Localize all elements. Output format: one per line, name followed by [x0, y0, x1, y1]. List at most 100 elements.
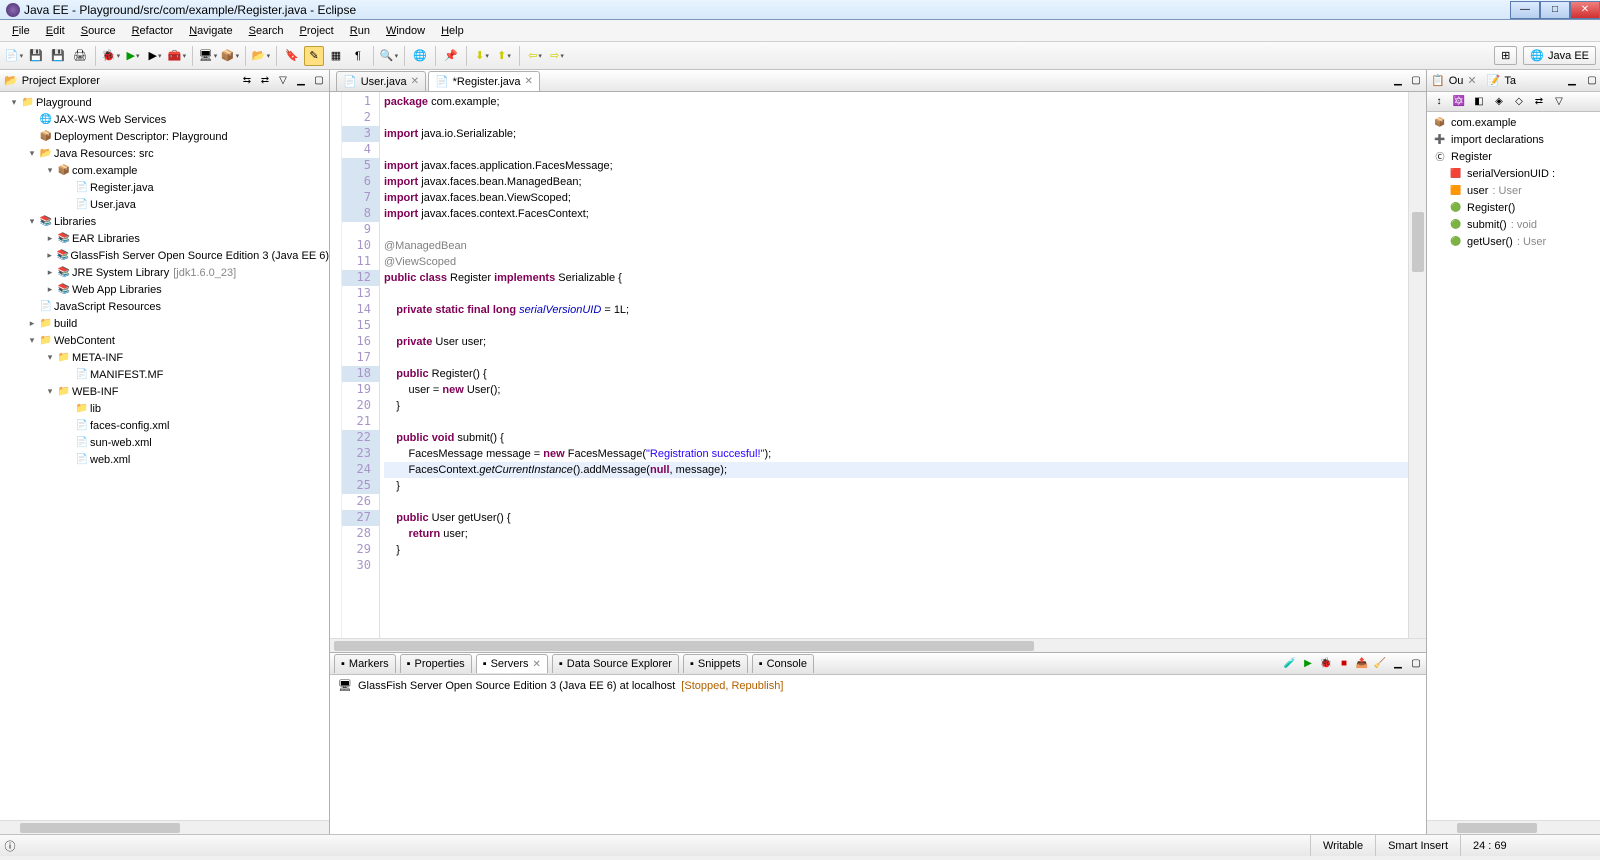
- menu-navigate[interactable]: Navigate: [181, 22, 240, 40]
- vertical-scrollbar[interactable]: [1408, 92, 1426, 638]
- search-button[interactable]: 🔍▾: [379, 46, 399, 66]
- code-line[interactable]: @ManagedBean: [384, 238, 1408, 254]
- outline-node[interactable]: 🟢submit() : void: [1427, 216, 1600, 233]
- code-editor[interactable]: 1234567891011121314151617181920212223242…: [330, 92, 1426, 638]
- code-line[interactable]: FacesContext.getCurrentInstance().addMes…: [384, 462, 1408, 478]
- line-number[interactable]: 21: [342, 414, 379, 430]
- code-line[interactable]: [384, 110, 1408, 126]
- outline-node[interactable]: ➕import declarations: [1427, 131, 1600, 148]
- menu-edit[interactable]: Edit: [38, 22, 73, 40]
- bottom-tab-properties[interactable]: ▪Properties: [400, 654, 472, 673]
- outline-filter-nonpublic-button[interactable]: ◈: [1491, 94, 1507, 110]
- line-number[interactable]: 29: [342, 542, 379, 558]
- servers-view-body[interactable]: 🖥 GlassFish Server Open Source Edition 3…: [330, 675, 1426, 834]
- perspective-javaee[interactable]: 🌐 Java EE: [1523, 46, 1596, 65]
- tree-node[interactable]: ▸📚JRE System Library[jdk1.6.0_23]: [0, 264, 329, 281]
- outline-filter-fields-button[interactable]: 🔯: [1451, 94, 1467, 110]
- bottom-tab-console[interactable]: ▪Console: [752, 654, 814, 673]
- expander-icon[interactable]: ▾: [44, 386, 56, 397]
- line-number[interactable]: 26: [342, 494, 379, 510]
- line-number[interactable]: 5: [342, 158, 379, 174]
- tree-node[interactable]: ▾📚Libraries: [0, 213, 329, 230]
- line-number[interactable]: 4: [342, 142, 379, 158]
- line-number[interactable]: 30: [342, 558, 379, 574]
- close-tab-icon[interactable]: ✕: [525, 76, 533, 87]
- expander-icon[interactable]: ▸: [44, 250, 55, 261]
- code-line[interactable]: [384, 350, 1408, 366]
- menu-project[interactable]: Project: [292, 22, 342, 40]
- code-line[interactable]: import javax.faces.bean.ManagedBean;: [384, 174, 1408, 190]
- tree-node[interactable]: 📁lib: [0, 400, 329, 417]
- line-number[interactable]: 13: [342, 286, 379, 302]
- line-number[interactable]: 19: [342, 382, 379, 398]
- maximize-button[interactable]: □: [1540, 1, 1570, 19]
- servers-debug-button[interactable]: 🐞: [1318, 655, 1334, 671]
- pin-button[interactable]: 📌: [441, 46, 461, 66]
- line-number[interactable]: 27: [342, 510, 379, 526]
- tree-node[interactable]: ▸📁build: [0, 315, 329, 332]
- tree-node[interactable]: 📄JavaScript Resources: [0, 298, 329, 315]
- bottom-min-button[interactable]: ▁: [1390, 655, 1406, 671]
- code-line[interactable]: import javax.faces.bean.ViewScoped;: [384, 190, 1408, 206]
- line-number[interactable]: 25: [342, 478, 379, 494]
- line-number[interactable]: 15: [342, 318, 379, 334]
- tree-node[interactable]: 🌐JAX-WS Web Services: [0, 111, 329, 128]
- outline-node[interactable]: 🟥serialVersionUID :: [1427, 165, 1600, 182]
- horizontal-scrollbar[interactable]: [0, 820, 329, 834]
- outline-tab-close[interactable]: ✕: [1467, 74, 1476, 87]
- expander-icon[interactable]: ▾: [26, 216, 38, 227]
- collapse-all-button[interactable]: ⇆: [239, 73, 255, 89]
- run-last-button[interactable]: ▶▾: [145, 46, 165, 66]
- servers-publish-button[interactable]: 📤: [1354, 655, 1370, 671]
- expander-icon[interactable]: ▸: [26, 318, 38, 329]
- code-line[interactable]: import java.io.Serializable;: [384, 126, 1408, 142]
- link-editor-button[interactable]: ⇄: [257, 73, 273, 89]
- print-button[interactable]: 🖨: [70, 46, 90, 66]
- bottom-tab-servers[interactable]: ▪Servers✕: [476, 654, 548, 673]
- editor-tab[interactable]: 📄User.java✕: [336, 71, 426, 91]
- bottom-tab-snippets[interactable]: ▪Snippets: [683, 654, 748, 673]
- bottom-tab-markers[interactable]: ▪Markers: [334, 654, 396, 673]
- line-number[interactable]: 7: [342, 190, 379, 206]
- line-number[interactable]: 17: [342, 350, 379, 366]
- editor-tab[interactable]: 📄*Register.java✕: [428, 71, 540, 91]
- code-line[interactable]: }: [384, 478, 1408, 494]
- tree-node[interactable]: ▸📚GlassFish Server Open Source Edition 3…: [0, 247, 329, 264]
- debug-button[interactable]: 🐞▾: [101, 46, 121, 66]
- code-line[interactable]: public class Register implements Seriali…: [384, 270, 1408, 286]
- code-line[interactable]: [384, 142, 1408, 158]
- code-line[interactable]: [384, 558, 1408, 574]
- line-number[interactable]: 28: [342, 526, 379, 542]
- code-line[interactable]: public Register() {: [384, 366, 1408, 382]
- forward-button[interactable]: ⇨▾: [547, 46, 567, 66]
- next-annotation-button[interactable]: ⬇▾: [472, 46, 492, 66]
- tree-node[interactable]: ▸📚EAR Libraries: [0, 230, 329, 247]
- outline-node[interactable]: 📦com.example: [1427, 114, 1600, 131]
- external-tools-button[interactable]: 🧰▾: [167, 46, 187, 66]
- code-line[interactable]: [384, 494, 1408, 510]
- code-line[interactable]: [384, 414, 1408, 430]
- code-line[interactable]: private User user;: [384, 334, 1408, 350]
- code-line[interactable]: [384, 286, 1408, 302]
- code-line[interactable]: package com.example;: [384, 94, 1408, 110]
- outline-menu-button[interactable]: ▽: [1551, 94, 1567, 110]
- line-number[interactable]: 3: [342, 126, 379, 142]
- menu-run[interactable]: Run: [342, 22, 378, 40]
- expander-icon[interactable]: ▾: [44, 352, 56, 363]
- outline-tab-label[interactable]: Ou: [1449, 75, 1464, 87]
- menu-help[interactable]: Help: [433, 22, 472, 40]
- line-number[interactable]: 6: [342, 174, 379, 190]
- open-perspective-button[interactable]: ⊞: [1494, 46, 1517, 65]
- tree-node[interactable]: 📄User.java: [0, 196, 329, 213]
- tree-node[interactable]: ▾📦com.example: [0, 162, 329, 179]
- bottom-tab-data-source-explorer[interactable]: ▪Data Source Explorer: [552, 654, 679, 673]
- expander-icon[interactable]: ▾: [26, 335, 38, 346]
- annotation-ruler[interactable]: [330, 92, 342, 638]
- new-server-button[interactable]: 🖥▾: [198, 46, 218, 66]
- code-line[interactable]: }: [384, 398, 1408, 414]
- servers-start-button[interactable]: ▶: [1300, 655, 1316, 671]
- open-type-button[interactable]: 📂▾: [251, 46, 271, 66]
- run-button[interactable]: ▶▾: [123, 46, 143, 66]
- servers-profile-button[interactable]: 🧪: [1282, 655, 1298, 671]
- minimize-view-button[interactable]: ▁: [293, 73, 309, 89]
